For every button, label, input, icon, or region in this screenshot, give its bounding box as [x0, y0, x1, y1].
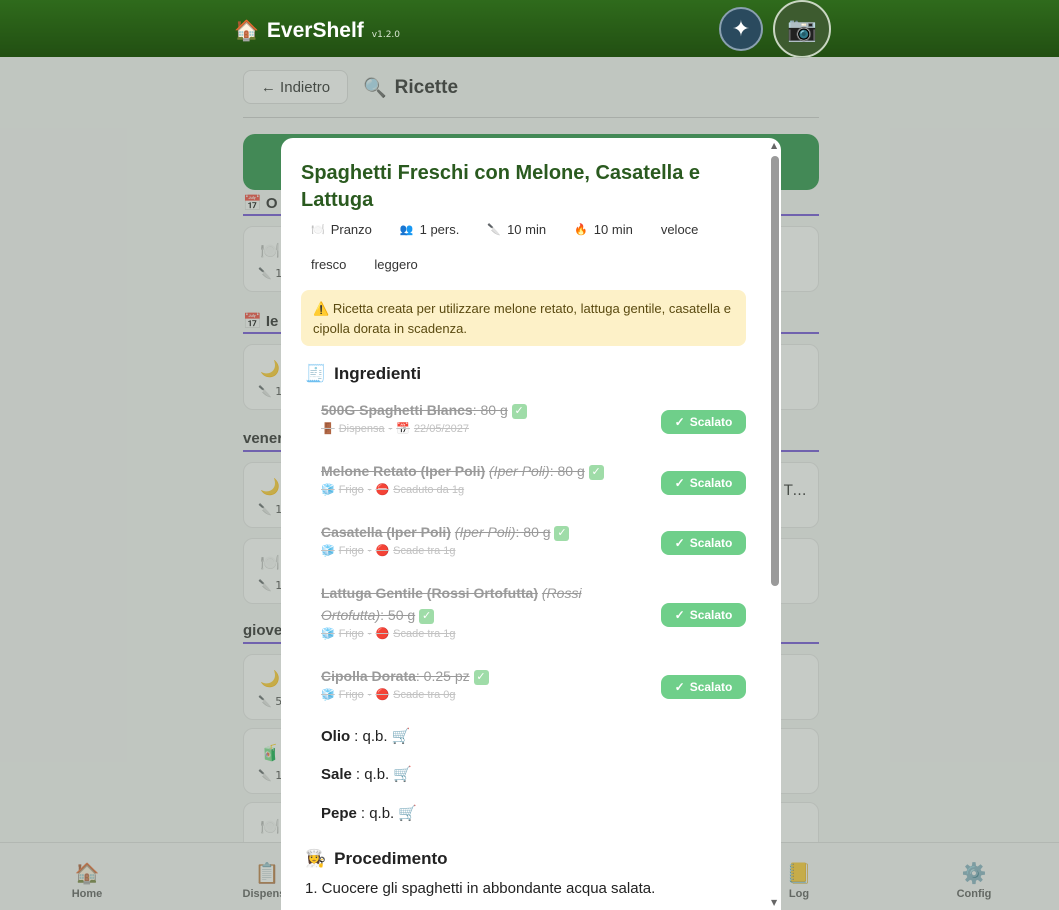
red-circle-icon: 🔴 — [375, 545, 390, 557]
brand[interactable]: 🏠 EverShelf v1.2.0 — [234, 18, 400, 43]
scaled-badge[interactable]: ✓ Scalato — [661, 603, 746, 627]
cart-icon[interactable]: 🛒 — [392, 727, 411, 745]
cart-icon[interactable]: 🛒 — [393, 765, 412, 783]
people-icon: 👥 — [399, 223, 414, 236]
tag-leggero: leggero — [374, 256, 418, 272]
red-circle-icon: 🔴 — [375, 628, 390, 640]
ice-icon: 🧊 — [321, 484, 335, 496]
warning-icon: ⚠️ — [313, 301, 330, 316]
ingredients-heading: 🧾 Ingredienti — [305, 364, 422, 383]
basic-ingredient: Olio: q.b. 🛒 — [321, 727, 411, 746]
recipe-tags: 🍽️ Pranzo 👥 1 pers. 🔪 10 min 🔥 10 min veloce… — [301, 218, 761, 275]
no-entry-icon: ⛔ — [375, 484, 390, 496]
check-icon: ✓ — [554, 525, 570, 541]
check-icon: ✓ — [674, 415, 685, 429]
recipe-modal: Spaghetti Freschi con Melone, Casatella … — [281, 138, 781, 910]
house-icon: 🏠 — [234, 18, 259, 42]
check-icon: ✓ — [674, 536, 685, 550]
basic-ingredient: Sale: q.b. 🛒 — [321, 765, 412, 784]
modal-scrollbar[interactable]: ▲ ▼ — [769, 138, 779, 910]
tag-prep-time: 🔪 10 min — [487, 221, 547, 237]
check-icon: ✓ — [473, 669, 489, 685]
tag-fresco: fresco — [311, 256, 347, 272]
check-icon: ✓ — [674, 680, 685, 694]
check-icon: ✓ — [511, 403, 527, 419]
app-version: v1.2.0 — [371, 30, 401, 40]
plate-icon: 🍽️ — [311, 223, 325, 236]
sparkle-icon: ✦ — [731, 16, 751, 42]
red-circle-icon: 🔴 — [375, 689, 390, 701]
scroll-down-icon[interactable]: ▼ — [771, 898, 777, 907]
ice-icon: 🧊 — [321, 689, 335, 701]
scaled-badge[interactable]: ✓ Scalato — [661, 531, 746, 555]
app-name: EverShelf — [266, 19, 364, 42]
recipe-title: Spaghetti Freschi con Melone, Casatella … — [301, 162, 701, 211]
check-icon: ✓ — [674, 476, 685, 490]
camera-icon: 📷 — [787, 15, 817, 43]
scrollbar-thumb[interactable] — [771, 156, 779, 586]
scaled-badge[interactable]: ✓ Scalato — [661, 675, 746, 699]
knife-icon: 🔪 — [487, 223, 502, 236]
receipt-icon: 🧾 — [305, 364, 327, 383]
ai-sparkle-button[interactable]: ✦ — [719, 7, 763, 51]
procedure-step: 1. Cuocere gli spaghetti in abbondante a… — [305, 880, 656, 897]
procedure-heading: 👩‍🍳 Procedimento — [305, 849, 448, 868]
door-icon: 🚪 — [321, 423, 335, 435]
tag-meal: 🍽️ Pranzo — [311, 221, 372, 237]
check-icon: ✓ — [588, 464, 604, 480]
fire-icon: 🔥 — [574, 223, 588, 236]
cook-icon: 👩‍🍳 — [305, 849, 327, 868]
calendar-icon: 📅 — [396, 423, 410, 435]
scaled-badge[interactable]: ✓ Scalato — [661, 410, 746, 434]
tag-veloce: veloce — [660, 221, 699, 237]
check-icon: ✓ — [419, 608, 435, 624]
cart-icon[interactable]: 🛒 — [398, 804, 417, 822]
app-header: 🏠 EverShelf v1.2.0 ✦ 📷 — [0, 0, 1059, 58]
camera-button[interactable]: 📷 — [773, 0, 831, 58]
basic-ingredient: Pepe: q.b. 🛒 — [321, 804, 417, 823]
tag-servings: 👥 1 pers. — [399, 221, 460, 237]
tag-cook-time: 🔥 10 min — [574, 221, 633, 237]
scaled-badge[interactable]: ✓ Scalato — [661, 471, 746, 495]
check-icon: ✓ — [674, 608, 685, 622]
ice-icon: 🧊 — [321, 545, 335, 557]
expiry-note: ⚠️ Ricetta creata per utilizzare melone … — [301, 290, 746, 346]
ice-icon: 🧊 — [321, 628, 335, 640]
scroll-up-icon[interactable]: ▲ — [771, 141, 777, 150]
